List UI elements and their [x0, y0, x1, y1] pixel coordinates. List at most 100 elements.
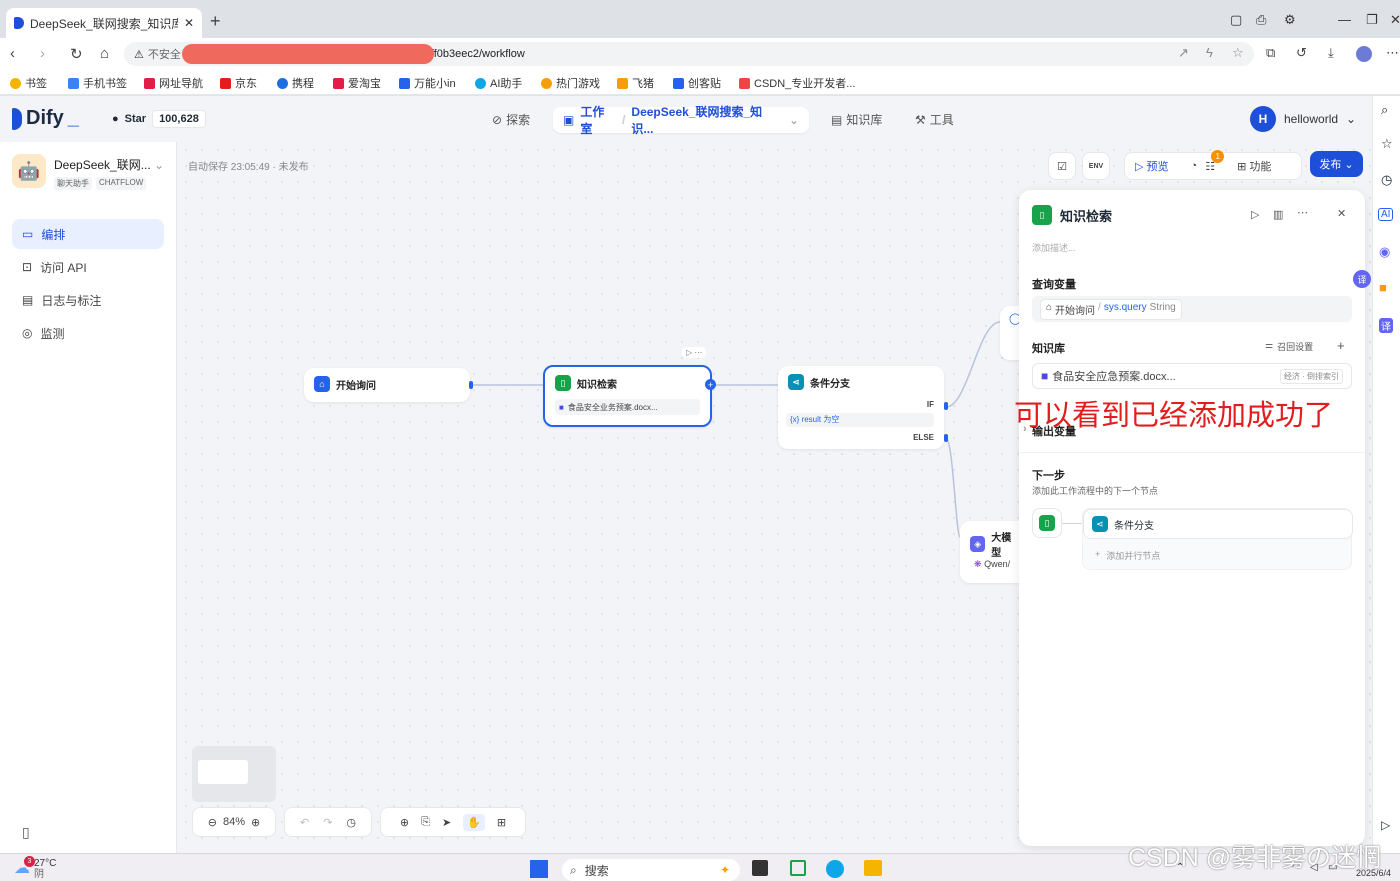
redo-icon[interactable]: ↷ [323, 816, 332, 829]
dify-favicon-icon [14, 17, 24, 29]
zoom-level[interactable]: 84% [223, 816, 245, 828]
star-icon[interactable]: ☆ [1381, 136, 1393, 152]
file-explorer-icon[interactable] [864, 860, 882, 876]
add-block-icon[interactable]: ⊕ [400, 816, 409, 829]
node-if-else[interactable]: ⋖ 条件分支 IF {x} result 为空 ELSE [778, 366, 948, 449]
close-tab-icon[interactable]: ✕ [184, 16, 194, 30]
bookmark-item[interactable]: 京东 [220, 75, 257, 91]
add-knowledge-icon[interactable]: + [1337, 338, 1345, 353]
panel-title[interactable]: 知识检索 [1060, 206, 1112, 225]
more-icon[interactable]: ⋯ [1386, 45, 1399, 61]
node-start[interactable]: ⌂ 开始询问 [304, 368, 473, 402]
browser-tab[interactable]: DeepSeek_联网搜索_知识库 - Di ✕ [6, 8, 202, 38]
add-parallel-node-button[interactable]: + 添加并行节点 [1095, 549, 1160, 562]
terminal-icon: ⊡ [22, 260, 33, 274]
note-icon[interactable]: ⎘ [421, 816, 430, 829]
share-icon[interactable]: ↗ [1178, 45, 1189, 61]
node-actions[interactable]: ▷ ⋯ [682, 347, 707, 358]
output-port[interactable] [469, 381, 473, 389]
taskbar-app-icon[interactable] [752, 860, 768, 876]
translate-icon[interactable]: 译 [1353, 270, 1371, 288]
bookmark-item[interactable]: 携程 [277, 75, 314, 91]
printer-icon[interactable]: ⎙ [1256, 12, 1266, 28]
chevron-down-icon: ⌄ [1346, 112, 1357, 126]
close-window-icon[interactable]: ✕ [1390, 12, 1400, 28]
taskbar-app-icon[interactable] [790, 860, 806, 876]
run-node-icon[interactable]: ▷ [1251, 208, 1259, 221]
back-icon[interactable]: ‹ [10, 45, 15, 62]
zoom-out-icon[interactable]: ⊖ [208, 816, 217, 829]
home-icon[interactable]: ⌂ [100, 45, 109, 62]
collections-icon[interactable]: ⧉ [1266, 45, 1275, 61]
node-knowledge-retrieval[interactable]: ▯ 知识检索 ■ 食品安全业务预案.docx... + [543, 365, 716, 427]
bookmark-item[interactable]: 热门游戏 [541, 75, 600, 91]
translate-side-icon[interactable]: 译 [1379, 318, 1393, 333]
next-node-if-else[interactable]: ⋖ 条件分支 [1083, 509, 1353, 539]
user-menu[interactable]: H helloworld ⌄ [1250, 106, 1356, 132]
else-port[interactable] [944, 434, 948, 442]
search-icon[interactable]: ⌕ [1381, 102, 1388, 118]
windows-start-icon[interactable] [530, 860, 548, 878]
app-card[interactable]: 🤖 DeepSeek_联网... ⌄ 聊天助手 CHATFLOW [12, 154, 164, 190]
sidebar-item-logs[interactable]: ▤ 日志与标注 [12, 285, 164, 315]
knowledge-item[interactable]: ■ 食品安全应急预案.docx... 经济 · 倒排索引 [1032, 363, 1352, 389]
if-port[interactable] [944, 402, 948, 410]
zoom-in-icon[interactable]: ⊕ [251, 816, 260, 829]
bookmark-item[interactable]: 网址导航 [144, 75, 203, 91]
folder-icon: ■ [559, 402, 564, 412]
hand-icon[interactable]: ✋ [463, 813, 485, 831]
nav-knowledge[interactable]: ▤ 知识库 [831, 111, 882, 128]
sidebar-item-monitor[interactable]: ◎ 监测 [12, 318, 164, 348]
reload-icon[interactable]: ↻ [70, 45, 83, 63]
sidebar-item-orchestrate[interactable]: ▭ 编排 [12, 219, 164, 249]
weather-widget[interactable]: ☁ 3 27°C 阴 [14, 856, 56, 880]
bookmark-item[interactable]: 手机书签 [68, 75, 127, 91]
minimize-icon[interactable]: — [1338, 12, 1351, 27]
organize-icon[interactable]: ⊞ [497, 816, 506, 829]
collapse-sidebar-icon[interactable]: ▯ [22, 824, 30, 841]
extensions-icon[interactable]: ⚙ [1284, 12, 1296, 28]
new-tab-icon[interactable]: + [210, 11, 221, 32]
pointer-icon[interactable]: ➤ [442, 816, 451, 829]
nav-studio[interactable]: ▣ 工作室 / DeepSeek_联网搜索_知识... ⌄ [553, 105, 809, 136]
branch-icon: ⋖ [788, 374, 804, 390]
forward-icon[interactable]: › [40, 45, 45, 62]
nav-tools[interactable]: ⚒ 工具 [915, 111, 954, 128]
bookmark-item[interactable]: AI助手 [475, 75, 522, 91]
description-input[interactable]: 添加描述... [1032, 241, 1076, 254]
github-star[interactable]: ● Star 100,628 [112, 110, 206, 128]
dify-logo[interactable]: Dify _ [12, 107, 79, 130]
bookmark-item[interactable]: 书签 [10, 75, 47, 91]
gift-icon[interactable]: ■ [1379, 280, 1387, 295]
bookmark-star-icon[interactable]: ☆ [1232, 45, 1244, 61]
ai-icon[interactable]: AI [1378, 208, 1394, 221]
history-icon[interactable]: ↺ [1296, 45, 1307, 61]
edge-browser-icon[interactable] [826, 860, 844, 878]
download-icon[interactable]: ⤓ [1328, 45, 1334, 61]
bookmark-item[interactable]: 飞猪 [617, 75, 654, 91]
taskbar-search[interactable]: ⌕ 搜索 ✦ [562, 859, 740, 881]
help-book-icon[interactable]: ▥ [1273, 208, 1283, 221]
sidebar-item-api[interactable]: ⊡ 访问 API [12, 252, 164, 282]
bookmark-item[interactable]: CSDN_专业开发者... [739, 75, 855, 91]
query-variable-field[interactable]: ⌂ 开始询问 / sys.query String [1032, 296, 1352, 322]
sidebar-toggle-icon[interactable]: ▢ [1230, 12, 1242, 28]
expand-panel-icon[interactable]: ▷ [1381, 818, 1390, 832]
bookmark-item[interactable]: 爱淘宝 [333, 75, 381, 91]
clock-icon[interactable]: ◷ [1381, 172, 1392, 188]
undo-icon[interactable]: ↶ [300, 816, 309, 829]
knowledge-base-label: 知识库 [1032, 343, 1065, 355]
add-node-icon[interactable]: + [705, 379, 716, 390]
nav-explore[interactable]: ⊘ 探索 [492, 111, 530, 128]
gamepad-icon[interactable]: ◉ [1379, 244, 1390, 260]
recall-settings-button[interactable]: ⚌ 召回设置 [1265, 340, 1313, 353]
more-icon[interactable]: ⋯ [1297, 206, 1308, 219]
bookmark-item[interactable]: 创客贴 [673, 75, 721, 91]
close-icon[interactable]: ✕ [1337, 207, 1346, 220]
bookmark-item[interactable]: 万能小in [399, 75, 456, 91]
minimap[interactable] [192, 746, 276, 802]
maximize-icon[interactable]: ❐ [1366, 12, 1378, 28]
lightning-icon[interactable]: ϟ [1206, 45, 1213, 60]
profile-avatar[interactable] [1356, 46, 1372, 62]
history-icon[interactable]: ◷ [346, 816, 356, 829]
